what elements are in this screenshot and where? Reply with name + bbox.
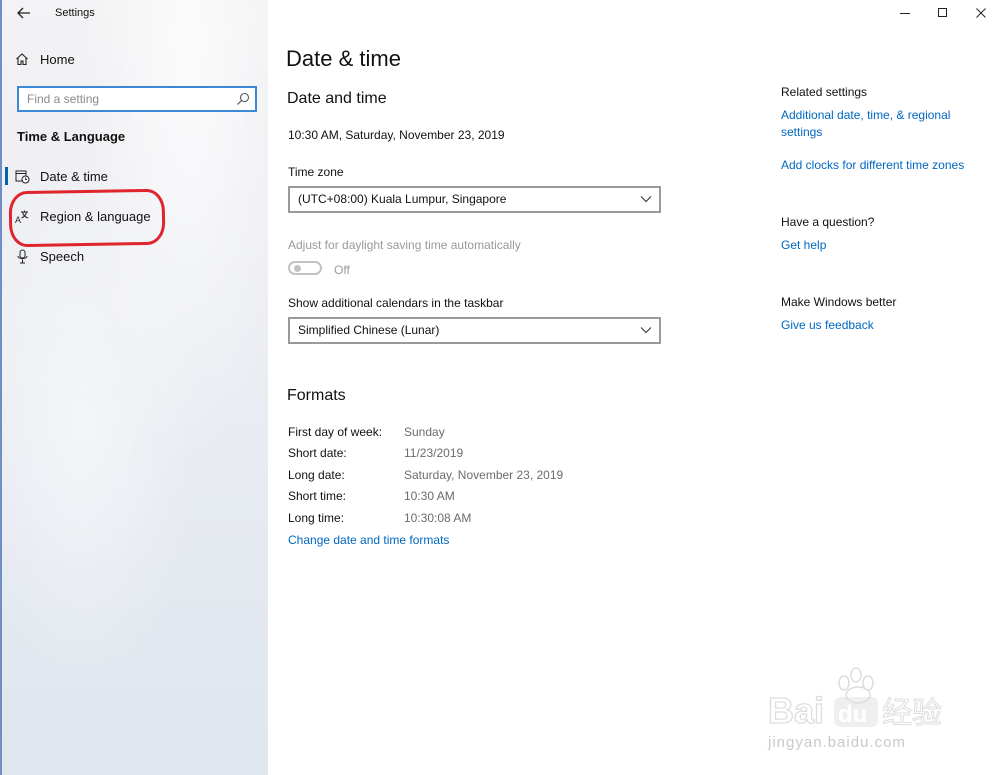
format-key: First day of week:: [288, 425, 383, 439]
dst-label: Adjust for daylight saving time automati…: [288, 238, 521, 252]
additional-settings-link[interactable]: Additional date, time, & regional: [781, 108, 950, 122]
chevron-down-icon: [640, 196, 652, 203]
search-box[interactable]: [17, 86, 257, 112]
maximize-icon: [938, 8, 947, 17]
format-value: 11/23/2019: [404, 446, 464, 460]
format-key: Long time:: [288, 511, 345, 525]
sidebar-item-label: Speech: [40, 248, 85, 264]
change-formats-link[interactable]: Change date and time formats: [288, 533, 449, 547]
formats-title: Formats: [287, 387, 346, 404]
svg-text:Bai: Bai: [768, 690, 824, 731]
nav-home[interactable]: Home: [14, 47, 75, 71]
close-button[interactable]: [966, 4, 996, 22]
maximize-button[interactable]: [928, 4, 958, 22]
calendar-clock-icon: [14, 168, 30, 184]
sidebar-item-date-time[interactable]: Date & time: [14, 164, 108, 188]
calendars-label: Show additional calendars in the taskbar: [288, 296, 504, 310]
selection-indicator: [5, 167, 8, 185]
calendars-value: Simplified Chinese (Lunar): [298, 323, 440, 337]
get-help-link[interactable]: Get help: [781, 238, 826, 252]
better-title: Make Windows better: [781, 295, 897, 309]
timezone-dropdown[interactable]: (UTC+08:00) Kuala Lumpur, Singapore: [288, 186, 661, 213]
minimize-icon: [900, 13, 910, 14]
format-key: Long date:: [288, 468, 345, 482]
additional-settings-link-cont[interactable]: settings: [781, 125, 822, 139]
page-title: Date & time: [286, 46, 401, 71]
timezone-label: Time zone: [288, 165, 344, 179]
microphone-icon: [14, 248, 30, 264]
format-row: Long time: 10:30:08 AM: [288, 511, 471, 525]
question-title: Have a question?: [781, 215, 875, 229]
search-input[interactable]: [19, 88, 232, 110]
section-label: Time & Language: [17, 129, 126, 144]
minimize-button[interactable]: [890, 4, 920, 22]
timezone-value: (UTC+08:00) Kuala Lumpur, Singapore: [298, 192, 507, 206]
svg-text:经验: 经验: [882, 696, 942, 731]
format-row: Short time: 10:30 AM: [288, 489, 455, 503]
baidu-watermark-logo: Bai du 经验: [766, 665, 946, 738]
nav-home-label: Home: [40, 51, 75, 67]
toggle-knob: [294, 265, 301, 272]
home-icon: [14, 51, 30, 67]
calendars-dropdown[interactable]: Simplified Chinese (Lunar): [288, 317, 661, 344]
format-row: Short date: 11/23/2019: [288, 446, 463, 460]
related-settings-title: Related settings: [781, 85, 868, 99]
sidebar-item-label: Date & time: [40, 168, 108, 184]
back-arrow-icon: [17, 7, 30, 19]
format-value: Sunday: [404, 425, 445, 439]
sidebar: Settings Home Time & Language Date & tim…: [2, 0, 268, 775]
format-row: Long date: Saturday, November 23, 2019: [288, 468, 563, 482]
add-clocks-link[interactable]: Add clocks for different time zones: [781, 158, 964, 172]
current-datetime: 10:30 AM, Saturday, November 23, 2019: [288, 128, 505, 142]
back-button[interactable]: [12, 2, 36, 24]
format-value: 10:30 AM: [404, 489, 455, 503]
section-title: Date and time: [287, 90, 387, 107]
sidebar-item-speech[interactable]: Speech: [14, 244, 84, 268]
dst-toggle[interactable]: [288, 261, 322, 275]
search-icon[interactable]: [236, 92, 250, 106]
feedback-link[interactable]: Give us feedback: [781, 318, 874, 332]
format-row: First day of week: Sunday: [288, 425, 445, 439]
dst-state: Off: [334, 263, 350, 277]
format-key: Short date:: [288, 446, 347, 460]
app-title: Settings: [55, 7, 95, 19]
main-content: Date & time Date and time 10:30 AM, Satu…: [268, 0, 1000, 775]
close-icon: [976, 8, 986, 18]
chevron-down-icon: [640, 327, 652, 334]
format-value: 10:30:08 AM: [404, 511, 472, 525]
red-highlight-annotation: [8, 188, 166, 248]
svg-text:du: du: [838, 701, 867, 728]
format-key: Short time:: [288, 489, 347, 503]
format-value: Saturday, November 23, 2019: [404, 468, 564, 482]
